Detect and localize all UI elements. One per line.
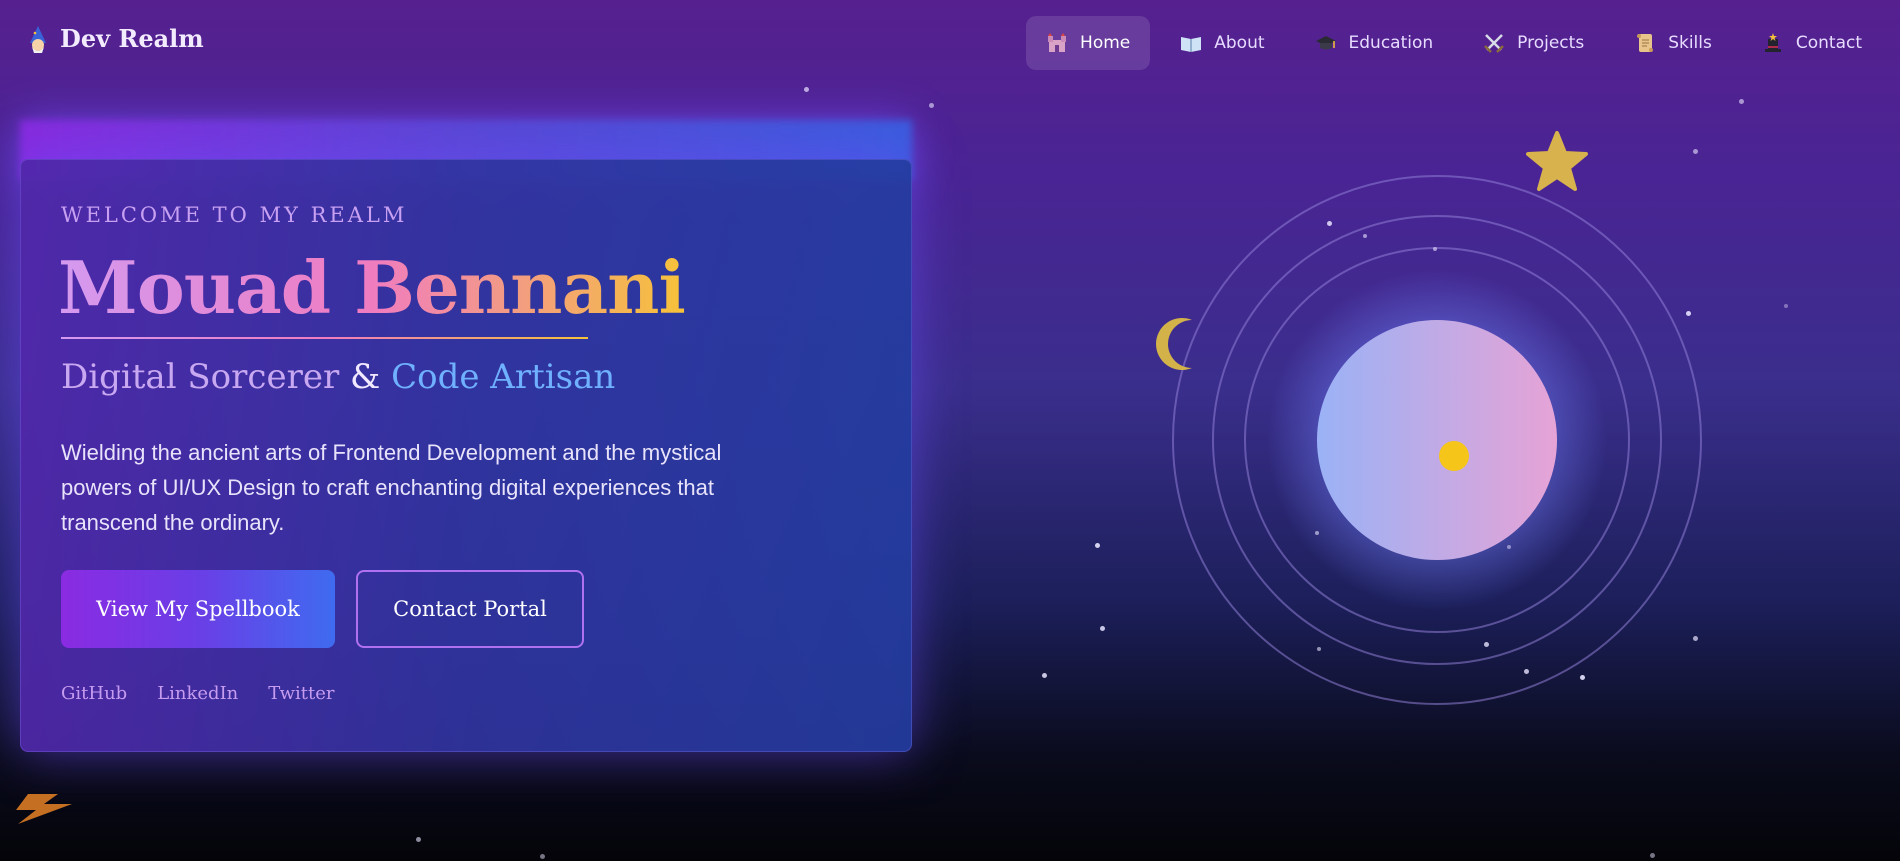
star-dot (1693, 636, 1698, 641)
star-dot (1363, 234, 1367, 238)
star-dot (1507, 545, 1511, 549)
star-dot (804, 87, 809, 92)
scroll-icon (1634, 32, 1656, 54)
hero-description: Wielding the ancient arts of Frontend De… (61, 440, 722, 535)
brand-logo[interactable]: Dev Realm (26, 24, 204, 53)
top-navbar: Dev Realm Home About Education Projects (0, 0, 1900, 84)
nav-about-label: About (1214, 33, 1265, 53)
nav-education-label: Education (1348, 33, 1434, 53)
hero-subtitle: Digital Sorcerer & Code Artisan (61, 357, 615, 397)
wizard-icon (26, 25, 50, 53)
subtitle-role-a: Digital Sorcerer (61, 357, 340, 397)
star-dot (929, 103, 934, 108)
star-dot (1042, 673, 1047, 678)
orb-icon (1172, 175, 1702, 705)
social-links: GitHub LinkedIn Twitter (61, 683, 335, 704)
star-dot (1524, 669, 1529, 674)
star-dot (1095, 543, 1100, 548)
star-dot (1686, 311, 1691, 316)
view-spellbook-button[interactable]: View My Spellbook (61, 570, 335, 648)
star-dot (1650, 853, 1655, 858)
graduation-cap-icon (1315, 32, 1337, 54)
magic-hat-icon (1762, 32, 1784, 54)
star-dot (540, 854, 545, 859)
nav-home-label: Home (1080, 33, 1131, 53)
welcome-text: WELCOME TO MY REALM (61, 203, 408, 227)
crescent-moon-icon (1152, 316, 1204, 372)
nav-menu: Home About Education Projects Skills Con… (1026, 16, 1882, 70)
nav-contact-label: Contact (1795, 33, 1862, 53)
contact-portal-button[interactable]: Contact Portal (356, 570, 584, 648)
star-dot (1315, 531, 1319, 535)
nav-contact[interactable]: Contact (1742, 16, 1882, 70)
hero-card: WELCOME TO MY REALM Mouad Bennani Digita… (20, 159, 912, 752)
subtitle-role-b: Code Artisan (391, 357, 616, 397)
nav-skills-label: Skills (1668, 33, 1712, 53)
star-dot (1580, 675, 1585, 680)
star-dot (1433, 247, 1437, 251)
castle-icon (1046, 32, 1068, 54)
nav-projects-label: Projects (1517, 33, 1585, 53)
star-icon (1526, 131, 1588, 193)
nav-about[interactable]: About (1160, 16, 1284, 70)
github-link[interactable]: GitHub (61, 683, 127, 704)
nav-skills[interactable]: Skills (1614, 16, 1732, 70)
star-dot (1327, 221, 1332, 226)
name-underline (61, 337, 588, 339)
brand-title: Dev Realm (60, 24, 204, 53)
star-dot (1693, 149, 1698, 154)
hero-name: Mouad Bennani (58, 245, 686, 330)
nav-home[interactable]: Home (1026, 16, 1151, 70)
star-dot (1739, 99, 1744, 104)
subtitle-ampersand: & (350, 357, 381, 397)
star-dot (1317, 647, 1321, 651)
lightning-bolt-icon (14, 790, 76, 826)
star-dot (1484, 642, 1489, 647)
star-dot (416, 837, 421, 842)
nav-projects[interactable]: Projects (1463, 16, 1604, 70)
nav-education[interactable]: Education (1295, 16, 1454, 70)
linkedin-link[interactable]: LinkedIn (157, 683, 238, 704)
open-book-icon (1180, 32, 1202, 54)
crossed-swords-icon (1483, 32, 1505, 54)
star-dot (1784, 304, 1788, 308)
twitter-link[interactable]: Twitter (268, 683, 334, 704)
star-dot (1100, 626, 1105, 631)
